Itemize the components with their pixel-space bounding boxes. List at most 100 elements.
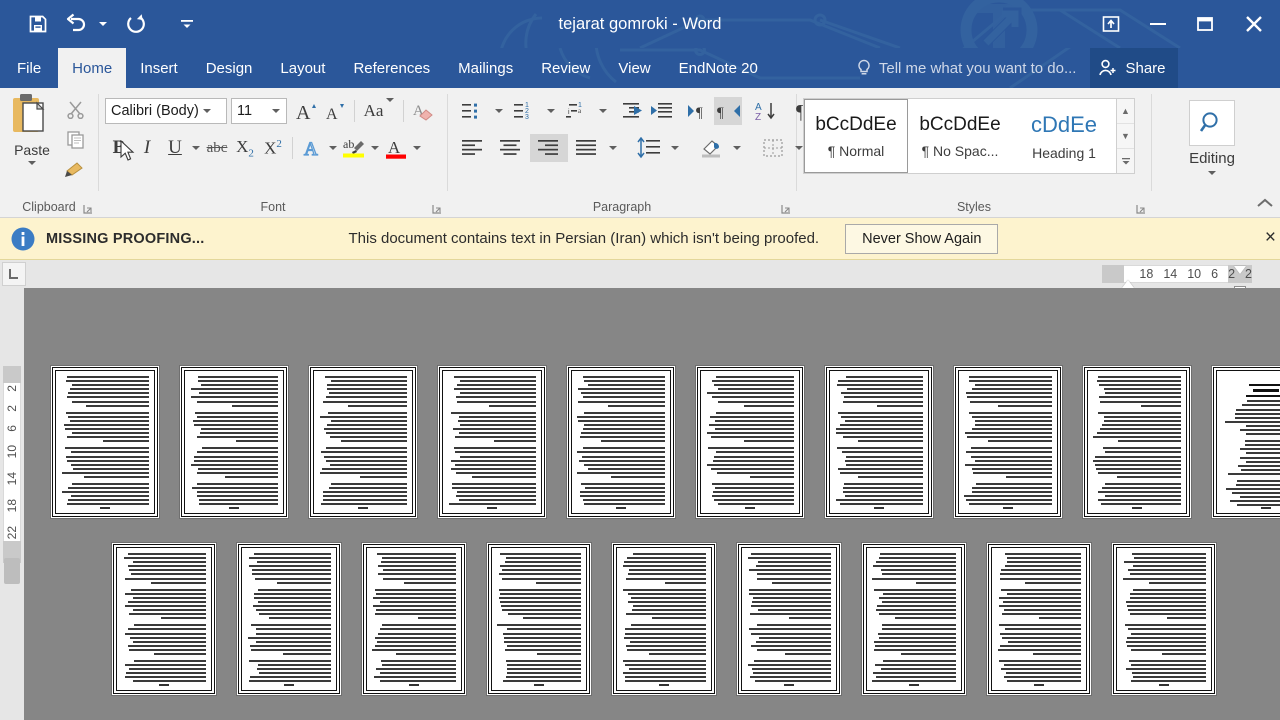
shading-button[interactable] [692,134,730,162]
styles-scroll-up-icon[interactable]: ▲ [1117,99,1134,124]
customize-quick-access-icon[interactable] [174,7,200,41]
document-page-thumbnail[interactable] [862,543,966,695]
horizontal-ruler[interactable]: 18 14 10 6 2 2 [0,260,1280,295]
font-color-dropdown-icon[interactable] [410,134,424,162]
italic-button[interactable]: I [133,134,161,162]
change-case-dropdown-icon[interactable] [386,98,395,120]
text-effects-dropdown-icon[interactable] [326,134,340,162]
never-show-again-button[interactable]: Never Show Again [845,223,999,254]
bold-button[interactable]: B [105,134,133,162]
style-item-heading-1[interactable]: cDdEe Heading 1 [1012,99,1116,173]
font-name-dropdown-icon[interactable] [199,109,215,113]
save-icon[interactable] [20,7,56,41]
document-page-thumbnail[interactable] [696,366,804,518]
document-page-thumbnail[interactable] [1212,366,1280,518]
document-page-thumbnail[interactable] [567,366,675,518]
justify-button[interactable] [568,134,606,162]
document-page-thumbnail[interactable] [954,366,1062,518]
text-highlight-button[interactable]: ab [340,134,368,162]
document-page-thumbnail[interactable] [51,366,159,518]
ribbon-tab-review[interactable]: Review [527,48,604,88]
document-page-thumbnail[interactable] [612,543,716,695]
align-right-button[interactable] [530,134,568,162]
restore-icon[interactable] [1181,0,1228,48]
ribbon-tab-insert[interactable]: Insert [126,48,192,88]
font-dialog-launcher-icon[interactable] [431,202,443,214]
quick-access-toolbar[interactable] [0,0,200,48]
copy-button[interactable] [60,126,90,153]
document-page-thumbnail[interactable] [987,543,1091,695]
document-page-thumbnail[interactable] [438,366,546,518]
underline-button[interactable]: U [161,134,189,162]
right-to-left-text-button[interactable]: ¶ [714,97,742,125]
share-button[interactable]: Share [1090,48,1178,88]
alignment-dropdown-icon[interactable] [606,134,620,162]
document-page-thumbnail[interactable] [825,366,933,518]
document-page-thumbnail[interactable] [237,543,341,695]
line-spacing-button[interactable] [630,134,668,162]
multilevel-dropdown-icon[interactable] [596,97,610,125]
hanging-indent-marker[interactable] [1234,266,1246,274]
ribbon-tab-layout[interactable]: Layout [266,48,339,88]
close-icon[interactable] [1228,0,1280,48]
cut-button[interactable] [60,96,90,123]
font-color-button[interactable]: A [382,134,410,162]
document-page-thumbnail[interactable] [112,543,216,695]
sort-button[interactable]: A Z [752,97,780,125]
style-item-normal[interactable]: bCcDdEe ¶ Normal [804,99,908,173]
document-page-thumbnail[interactable] [1112,543,1216,695]
bullets-button[interactable] [454,97,492,125]
font-name-combo[interactable]: Calibri (Body) [105,98,227,124]
paragraph-dialog-launcher-icon[interactable] [780,202,792,214]
paste-dropdown-icon[interactable] [28,161,36,165]
page-canvas[interactable] [24,288,1280,720]
styles-scroll[interactable]: ▲ ▼ [1117,98,1135,174]
undo-icon[interactable] [58,7,94,41]
first-line-indent-marker[interactable] [1122,280,1134,288]
message-bar-close-icon[interactable]: × [1265,228,1276,247]
vertical-scrollbar-thumb[interactable] [4,558,20,584]
style-item-no-spacing[interactable]: bCcDdEe ¶ No Spac... [908,99,1012,173]
grow-font-button[interactable]: A [293,97,321,125]
change-case-button[interactable]: Aa [360,97,398,125]
ribbon-tab-view[interactable]: View [604,48,664,88]
strikethrough-button[interactable]: abc [203,134,231,162]
numbering-dropdown-icon[interactable] [544,97,558,125]
ribbon-tab-references[interactable]: References [339,48,444,88]
window-controls[interactable] [1087,0,1280,48]
text-effects-button[interactable]: A [298,134,326,162]
tell-me-search[interactable]: Tell me what you want to do... [856,48,1076,88]
document-page-thumbnail[interactable] [180,366,288,518]
line-spacing-dropdown-icon[interactable] [668,134,682,162]
underline-dropdown-icon[interactable] [189,134,203,162]
font-size-combo[interactable]: 11 [231,98,287,124]
highlight-dropdown-icon[interactable] [368,134,382,162]
document-page-thumbnail[interactable] [487,543,591,695]
find-button[interactable] [1189,100,1235,146]
tab-stop-left-icon[interactable] [2,262,26,286]
document-page-thumbnail[interactable] [362,543,466,695]
subscript-button[interactable]: X2 [231,134,259,162]
styles-gallery[interactable]: bCcDdEe ¶ Normal bCcDdEe ¶ No Spac... cD… [803,98,1117,174]
shrink-font-button[interactable]: A [321,97,349,125]
editing-dropdown-icon[interactable] [1208,171,1216,175]
multilevel-list-button[interactable]: 1 a i [558,97,596,125]
shading-dropdown-icon[interactable] [730,134,744,162]
left-to-right-text-button[interactable]: ¶ [686,97,714,125]
numbering-button[interactable]: 1 2 3 [506,97,544,125]
format-painter-button[interactable] [60,156,90,183]
vertical-ruler[interactable]: 2 2 6 10 14 18 22 [0,288,24,720]
minimize-icon[interactable] [1134,0,1181,48]
ruler-track[interactable]: 18 14 10 6 2 2 [28,260,1280,295]
increase-indent-button[interactable] [648,97,676,125]
document-page-thumbnail[interactable] [737,543,841,695]
collapse-ribbon-button[interactable] [1256,196,1274,215]
paste-button[interactable]: Paste [4,92,60,183]
styles-dialog-launcher-icon[interactable] [1135,202,1147,214]
clipboard-dialog-launcher-icon[interactable] [82,202,94,214]
superscript-button[interactable]: X2 [259,134,287,162]
redo-icon[interactable] [118,7,154,41]
font-size-dropdown-icon[interactable] [268,109,284,113]
align-left-button[interactable] [454,134,492,162]
ribbon-tab-design[interactable]: Design [192,48,267,88]
